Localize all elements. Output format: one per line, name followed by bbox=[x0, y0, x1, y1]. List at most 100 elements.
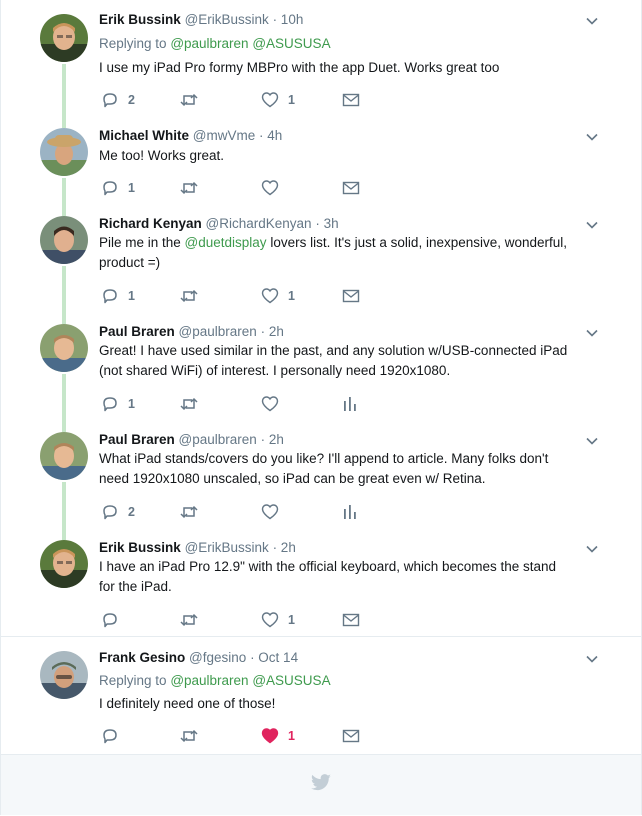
tweet[interactable]: Paul Braren @paulbraren · 2h Great! I ha… bbox=[0, 316, 642, 424]
direct-message-button[interactable] bbox=[342, 286, 360, 306]
tweet-text-part: Pile me in the bbox=[99, 235, 185, 250]
conversation-footer bbox=[1, 754, 641, 815]
reply-icon bbox=[103, 289, 117, 304]
heart-icon bbox=[261, 504, 279, 520]
author-handle[interactable]: @paulbraren bbox=[179, 324, 257, 339]
avatar[interactable] bbox=[40, 128, 88, 176]
like-button[interactable] bbox=[261, 502, 288, 522]
avatar[interactable] bbox=[40, 324, 88, 372]
mention-link[interactable]: @duetdisplay bbox=[185, 235, 267, 250]
author-handle[interactable]: @RichardKenyan bbox=[206, 216, 312, 231]
avatar[interactable] bbox=[40, 14, 88, 62]
chevron-down-icon[interactable] bbox=[585, 434, 599, 448]
reply-button[interactable] bbox=[101, 726, 128, 746]
reply-count: 1 bbox=[128, 289, 135, 303]
timestamp[interactable]: · 2h bbox=[261, 324, 284, 339]
tweet-text: Pile me in the @duetdisplay lovers list.… bbox=[99, 233, 574, 273]
retweet-button[interactable] bbox=[179, 178, 199, 198]
timestamp[interactable]: · 10h bbox=[273, 12, 304, 27]
direct-message-button[interactable] bbox=[342, 610, 360, 630]
retweet-button[interactable] bbox=[179, 286, 199, 306]
like-button[interactable]: 1 bbox=[261, 90, 295, 110]
mention-link[interactable]: @ASUSUSA bbox=[252, 36, 330, 51]
chevron-down-icon[interactable] bbox=[585, 542, 599, 556]
timestamp[interactable]: · 2h bbox=[273, 540, 296, 555]
reply-button[interactable]: 1 bbox=[101, 286, 135, 306]
timestamp[interactable]: · 3h bbox=[315, 216, 338, 231]
author-name[interactable]: Frank Gesino bbox=[99, 650, 185, 665]
tweet[interactable]: Frank Gesino @fgesino · Oct 14 Replying … bbox=[0, 637, 642, 754]
reply-button[interactable]: 1 bbox=[101, 394, 135, 414]
tweet[interactable]: Paul Braren @paulbraren · 2h What iPad s… bbox=[0, 424, 642, 532]
chevron-down-icon[interactable] bbox=[585, 130, 599, 144]
like-button[interactable] bbox=[261, 178, 288, 198]
avatar[interactable] bbox=[40, 540, 88, 588]
envelope-icon bbox=[342, 93, 360, 107]
analytics-button[interactable] bbox=[342, 502, 358, 522]
retweet-button[interactable] bbox=[179, 90, 199, 110]
timestamp[interactable]: · Oct 14 bbox=[250, 650, 298, 665]
author-handle[interactable]: @mwVme bbox=[193, 128, 255, 143]
heart-icon bbox=[261, 396, 279, 412]
tweet-text: I use my iPad Pro formy MBPro with the a… bbox=[99, 60, 500, 75]
chevron-down-icon[interactable] bbox=[585, 326, 599, 340]
timestamp[interactable]: · 2h bbox=[261, 432, 284, 447]
tweet-actions: 1 bbox=[99, 610, 389, 630]
mention-link[interactable]: @paulbraren bbox=[170, 673, 248, 688]
timestamp[interactable]: · 4h bbox=[259, 128, 282, 143]
author-name[interactable]: Michael White bbox=[99, 128, 189, 143]
reply-button[interactable]: 2 bbox=[101, 502, 135, 522]
chevron-down-icon[interactable] bbox=[585, 14, 599, 28]
tweet-actions: 2 bbox=[99, 502, 389, 522]
mention-link[interactable]: @ASUSUSA bbox=[252, 673, 330, 688]
tweet-actions: 1 bbox=[99, 394, 389, 414]
like-button[interactable]: 1 bbox=[261, 286, 295, 306]
reply-count: 1 bbox=[128, 397, 135, 411]
author-name[interactable]: Paul Braren bbox=[99, 324, 175, 339]
like-button[interactable] bbox=[261, 394, 288, 414]
author-name[interactable]: Erik Bussink bbox=[99, 12, 181, 27]
retweet-button[interactable] bbox=[179, 726, 199, 746]
author-name[interactable]: Erik Bussink bbox=[99, 540, 181, 555]
tweet[interactable]: Richard Kenyan @RichardKenyan · 3h Pile … bbox=[0, 208, 642, 316]
retweet-icon bbox=[180, 397, 198, 411]
tweet-actions: 1 1 bbox=[99, 286, 389, 306]
chevron-down-icon[interactable] bbox=[585, 652, 599, 666]
mention-link[interactable]: @paulbraren bbox=[170, 36, 248, 51]
avatar[interactable] bbox=[40, 651, 88, 699]
retweet-icon bbox=[180, 613, 198, 627]
analytics-icon bbox=[344, 397, 356, 411]
reply-button[interactable]: 2 bbox=[101, 90, 135, 110]
reply-count: 1 bbox=[128, 181, 135, 195]
direct-message-button[interactable] bbox=[342, 178, 360, 198]
chevron-down-icon[interactable] bbox=[585, 218, 599, 232]
reply-icon bbox=[103, 397, 117, 412]
tweet[interactable]: Michael White @mwVme · 4h Me too! Works … bbox=[0, 120, 642, 210]
author-name[interactable]: Paul Braren bbox=[99, 432, 175, 447]
retweet-button[interactable] bbox=[179, 502, 199, 522]
author-handle[interactable]: @fgesino bbox=[189, 650, 246, 665]
reply-icon bbox=[103, 181, 117, 196]
retweet-button[interactable] bbox=[179, 394, 199, 414]
avatar[interactable] bbox=[40, 432, 88, 480]
author-handle[interactable]: @ErikBussink bbox=[185, 540, 269, 555]
retweet-icon bbox=[180, 505, 198, 519]
tweet-actions: 1 bbox=[99, 726, 389, 746]
direct-message-button[interactable] bbox=[342, 726, 360, 746]
like-button[interactable]: 1 bbox=[261, 610, 295, 630]
twitter-bird-icon bbox=[310, 774, 332, 797]
author-handle[interactable]: @paulbraren bbox=[179, 432, 257, 447]
reply-count: 2 bbox=[128, 93, 135, 107]
tweet[interactable]: Erik Bussink @ErikBussink · 10h Replying… bbox=[0, 0, 642, 120]
like-button[interactable]: 1 bbox=[261, 726, 295, 746]
retweet-button[interactable] bbox=[179, 610, 199, 630]
reply-button[interactable]: 1 bbox=[101, 178, 135, 198]
heart-icon bbox=[261, 612, 279, 628]
author-name[interactable]: Richard Kenyan bbox=[99, 216, 202, 231]
author-handle[interactable]: @ErikBussink bbox=[185, 12, 269, 27]
direct-message-button[interactable] bbox=[342, 90, 360, 110]
reply-button[interactable] bbox=[101, 610, 128, 630]
analytics-button[interactable] bbox=[342, 394, 358, 414]
tweet[interactable]: Erik Bussink @ErikBussink · 2h I have an… bbox=[0, 532, 642, 636]
avatar[interactable] bbox=[40, 216, 88, 264]
